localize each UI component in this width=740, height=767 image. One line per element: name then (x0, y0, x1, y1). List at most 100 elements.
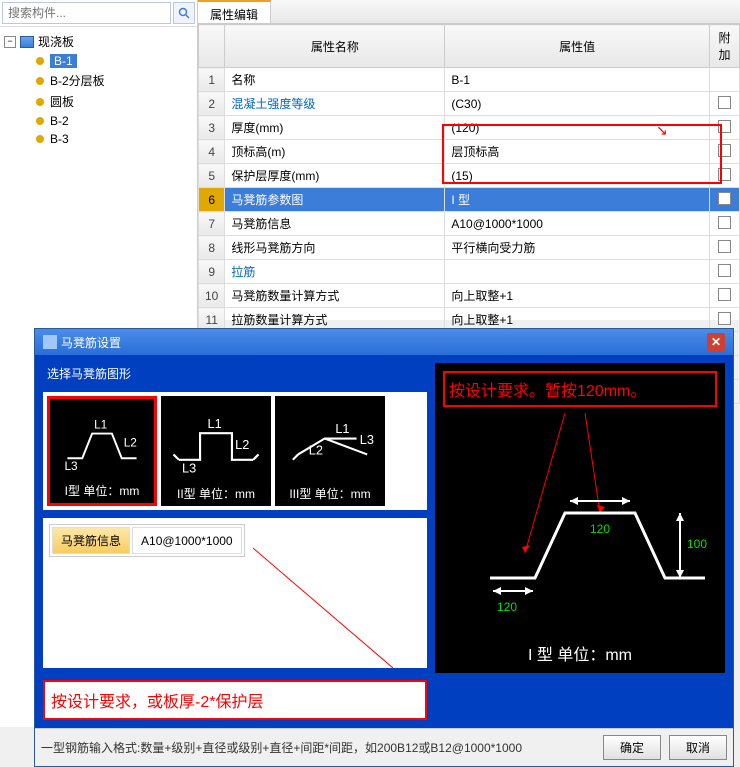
dialog-title-text: 马凳筋设置 (61, 334, 121, 351)
bullet-icon (36, 98, 44, 106)
property-row[interactable]: 1名称B-1 (199, 68, 740, 92)
checkbox-icon[interactable] (718, 216, 731, 229)
property-value[interactable]: A10@1000*1000 (445, 212, 710, 236)
property-add[interactable] (710, 212, 740, 236)
svg-text:L2: L2 (124, 435, 137, 449)
property-value[interactable]: (C30) (445, 92, 710, 116)
dim-right: 100 (687, 537, 707, 551)
cancel-button[interactable]: 取消 (669, 735, 727, 760)
bullet-icon (36, 57, 44, 65)
search-bar (0, 0, 197, 27)
tree-root[interactable]: − 现浇板 (4, 31, 193, 52)
row-number: 8 (199, 236, 225, 260)
property-name: 马凳筋参数图 (225, 188, 445, 212)
app-icon (43, 335, 57, 349)
component-tree: − 现浇板 B-1 B-2分层板 圆板 B-2 B-3 (0, 27, 197, 152)
dim-bottom: 120 (497, 600, 517, 614)
info-header: 马凳筋信息 (52, 527, 130, 554)
bullet-icon (36, 77, 44, 85)
shape-option-2[interactable]: L1L2L3 II型 单位：mm (161, 396, 271, 506)
shape-option-3[interactable]: L1L2L3 III型 单位：mm (275, 396, 385, 506)
row-number: 5 (199, 164, 225, 188)
property-value[interactable]: B-1 (445, 68, 710, 92)
property-row[interactable]: 5保护层厚度(mm)(15) (199, 164, 740, 188)
search-button[interactable] (173, 2, 195, 24)
header-add: 附加 (710, 25, 740, 68)
property-value[interactable]: (120) (445, 116, 710, 140)
tree-item-b3[interactable]: B-3 (34, 130, 193, 148)
checkbox-icon[interactable] (718, 168, 731, 181)
property-row[interactable]: 10马凳筋数量计算方式向上取整+1 (199, 284, 740, 308)
dialog-titlebar[interactable]: 马凳筋设置 ✕ (35, 329, 733, 355)
svg-text:L2: L2 (235, 437, 249, 452)
tree-item-b2[interactable]: B-2 (34, 112, 193, 130)
bullet-icon (36, 117, 44, 125)
close-button[interactable]: ✕ (707, 333, 725, 351)
property-name: 保护层厚度(mm) (225, 164, 445, 188)
annotation-note-1: 按设计要求，或板厚-2*保护层 (43, 680, 427, 720)
dialog-footer: 一型钢筋输入格式:数量+级别+直径或级别+直径+间距*间距，如200B12或B1… (35, 728, 733, 766)
checkbox-icon[interactable] (718, 144, 731, 157)
row-number: 2 (199, 92, 225, 116)
checkbox-icon[interactable] (718, 288, 731, 301)
shape-section-label: 选择马凳筋图形 (43, 363, 427, 384)
checkbox-icon[interactable] (718, 96, 731, 109)
annotation-line-icon (253, 538, 393, 668)
search-icon (178, 7, 190, 19)
property-row[interactable]: 4顶标高(m)层顶标高 (199, 140, 740, 164)
tab-bar: 属性编辑 (198, 0, 740, 24)
property-name: 拉筋 (225, 260, 445, 284)
property-row[interactable]: 8线形马凳筋方向平行横向受力筋 (199, 236, 740, 260)
property-add[interactable] (710, 188, 740, 212)
info-value-cell[interactable]: A10@1000*1000 (132, 527, 242, 554)
property-value[interactable]: 层顶标高 (445, 140, 710, 164)
property-add[interactable] (710, 260, 740, 284)
property-add[interactable] (710, 68, 740, 92)
row-number: 6 (199, 188, 225, 212)
row-number: 9 (199, 260, 225, 284)
property-row[interactable]: 7马凳筋信息A10@1000*1000 (199, 212, 740, 236)
shape-selector: L1L2L3 I型 单位：mm L1L2L3 II型 单位：mm L1L2L3 … (43, 392, 427, 510)
svg-text:L1: L1 (208, 416, 222, 431)
checkbox-icon[interactable] (718, 120, 731, 133)
property-row[interactable]: 9拉筋 (199, 260, 740, 284)
property-add[interactable] (710, 284, 740, 308)
svg-text:L1: L1 (94, 418, 108, 432)
search-input[interactable] (2, 2, 171, 24)
property-add[interactable] (710, 140, 740, 164)
shape-preview: 按设计要求。暂按120mm。 (435, 363, 725, 673)
property-row[interactable]: 6马凳筋参数图I 型 (199, 188, 740, 212)
tree-item-b2layer[interactable]: B-2分层板 (34, 70, 193, 91)
tree-item-round[interactable]: 圆板 (34, 91, 193, 112)
property-value[interactable]: 向上取整+1 (445, 284, 710, 308)
property-add[interactable] (710, 92, 740, 116)
property-row[interactable]: 2混凝土强度等级(C30) (199, 92, 740, 116)
svg-text:L3: L3 (182, 461, 196, 476)
collapse-icon[interactable]: − (4, 36, 16, 48)
property-name: 线形马凳筋方向 (225, 236, 445, 260)
svg-text:L2: L2 (309, 442, 323, 457)
bullet-icon (36, 135, 44, 143)
property-value[interactable]: 平行横向受力筋 (445, 236, 710, 260)
shape-option-1[interactable]: L1L2L3 I型 单位：mm (47, 396, 157, 506)
row-number: 1 (199, 68, 225, 92)
checkbox-icon[interactable] (718, 192, 731, 205)
tree-item-b1[interactable]: B-1 (34, 52, 193, 70)
property-value[interactable]: I 型 (445, 188, 710, 212)
property-value[interactable]: (15) (445, 164, 710, 188)
annotation-arrow-icon: ↘ (656, 122, 668, 139)
row-number: 3 (199, 116, 225, 140)
property-add[interactable] (710, 236, 740, 260)
annotation-note-2: 按设计要求。暂按120mm。 (443, 371, 717, 407)
checkbox-icon[interactable] (718, 312, 731, 325)
checkbox-icon[interactable] (718, 264, 731, 277)
checkbox-icon[interactable] (718, 240, 731, 253)
property-value[interactable] (445, 260, 710, 284)
row-number: 4 (199, 140, 225, 164)
info-table-section: 马凳筋信息 A10@1000*1000 (43, 518, 427, 668)
property-add[interactable] (710, 116, 740, 140)
ok-button[interactable]: 确定 (603, 735, 661, 760)
tab-properties[interactable]: 属性编辑 (198, 0, 271, 23)
property-add[interactable] (710, 164, 740, 188)
property-name: 马凳筋信息 (225, 212, 445, 236)
